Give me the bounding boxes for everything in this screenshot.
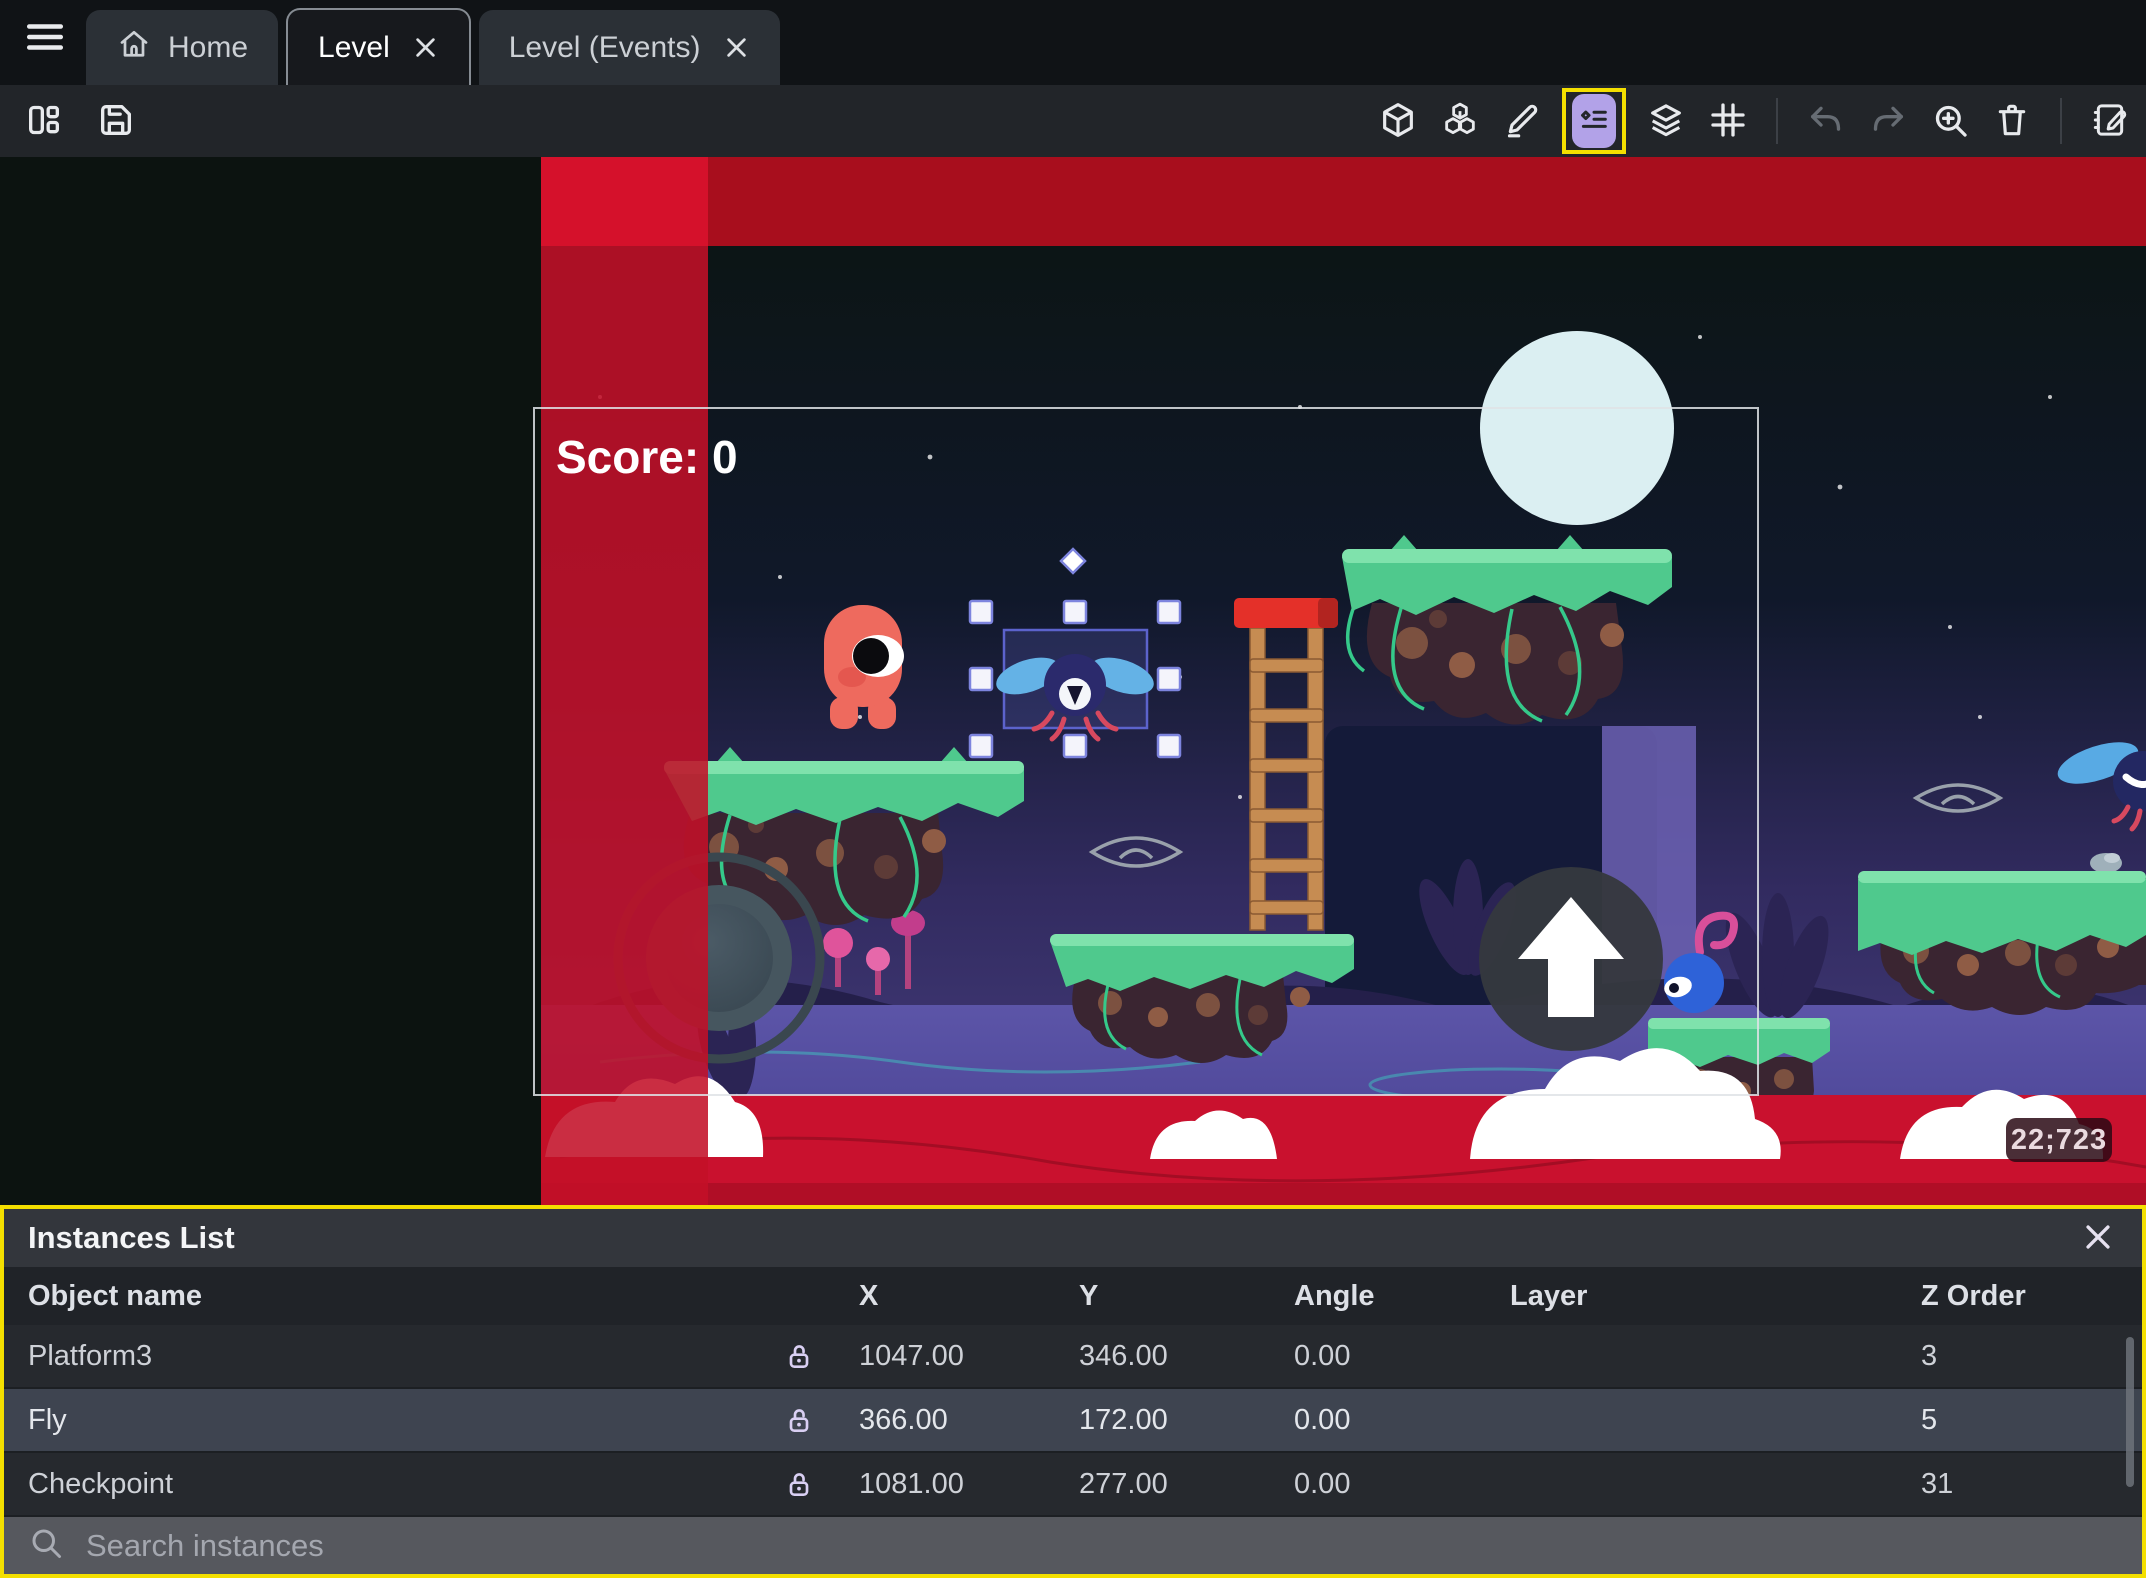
redo-icon <box>1868 100 1908 143</box>
toolbar-left <box>22 85 138 157</box>
moon <box>1480 331 1674 525</box>
tab-label: Level (Events) <box>508 30 701 64</box>
tab-label: Home <box>168 30 249 64</box>
panel-title: Instances List <box>28 1220 235 1255</box>
main-menu-button[interactable] <box>14 8 76 70</box>
redo-button[interactable] <box>1866 99 1910 143</box>
panel-header: Instances List <box>4 1209 2142 1267</box>
cube-icon <box>1378 100 1418 143</box>
instance-angle: 0.00 <box>1294 1403 1351 1436</box>
instance-z: 5 <box>1921 1403 1938 1436</box>
objects-panel-button[interactable] <box>1376 99 1420 143</box>
instance-z: 3 <box>1921 1339 1938 1372</box>
delete-button[interactable] <box>1990 99 2034 143</box>
scene-svg: Score: 0 <box>0 157 2146 1205</box>
instance-angle: 0.00 <box>1294 1467 1351 1500</box>
toolbar-right <box>1376 85 2132 157</box>
scene-editor-canvas[interactable]: Score: 0 22;723 <box>0 157 2146 1205</box>
column-header-z-order[interactable]: Z Order <box>1901 1280 2142 1313</box>
search-bar <box>4 1517 2142 1574</box>
instance-y: 346.00 <box>1079 1339 1168 1372</box>
save-button[interactable] <box>94 99 138 143</box>
table-row[interactable]: Checkpoint 1081.00 277.00 0.00 31 <box>4 1453 2142 1517</box>
table-row-selected[interactable]: Fly 366.00 172.00 0.00 5 <box>4 1389 2142 1453</box>
tab-level-events[interactable]: Level (Events) <box>478 10 780 85</box>
column-header-angle[interactable]: Angle <box>1274 1280 1490 1313</box>
dashboard-icon <box>24 100 64 143</box>
band-dark-edge <box>541 1183 2146 1205</box>
column-header-x[interactable]: X <box>839 1280 1059 1313</box>
instances-list-icon <box>1577 103 1611 140</box>
undo-icon <box>1806 100 1846 143</box>
layers-button[interactable] <box>1644 99 1688 143</box>
zoom-in-icon <box>1930 100 1970 143</box>
instance-x: 1081.00 <box>859 1467 964 1500</box>
tab-bar: Home Level Level (Events) <box>0 0 2146 85</box>
instance-name: Platform3 <box>28 1339 153 1372</box>
close-icon <box>2081 1220 2115 1257</box>
pencil-icon <box>1502 100 1542 143</box>
object-groups-button[interactable] <box>1438 99 1482 143</box>
instance-z: 31 <box>1921 1467 1954 1500</box>
gdevelop-window: Home Level Level (Events) Score: 0 22;72… <box>0 0 2146 1578</box>
red-strip-overlay <box>541 246 708 1205</box>
close-icon[interactable] <box>723 34 750 61</box>
save-icon <box>96 100 136 143</box>
lock-toggle[interactable] <box>759 1340 839 1372</box>
unlock-icon <box>789 1473 809 1496</box>
instance-angle: 0.00 <box>1294 1339 1351 1372</box>
top-red-band <box>708 157 2146 246</box>
hamburger-icon <box>24 16 66 61</box>
close-icon[interactable] <box>412 34 439 61</box>
instance-name: Fly <box>28 1403 67 1436</box>
score-text: Score: 0 <box>556 431 738 483</box>
column-header-layer[interactable]: Layer <box>1490 1280 1901 1313</box>
lock-toggle[interactable] <box>759 1404 839 1436</box>
instances-list-highlight <box>1562 88 1626 154</box>
instances-list-panel: Instances List Object name X Y Angle Lay… <box>0 1205 2146 1578</box>
instances-list-button[interactable] <box>1572 94 1616 148</box>
notebook-edit-icon <box>2090 100 2130 143</box>
divider <box>1776 98 1778 144</box>
tab-label: Level <box>318 30 390 64</box>
zoom-button[interactable] <box>1928 99 1972 143</box>
search-input[interactable] <box>84 1526 2118 1565</box>
table-header-row: Object name X Y Angle Layer Z Order <box>4 1267 2142 1325</box>
grid-icon <box>1708 100 1748 143</box>
lock-toggle[interactable] <box>759 1468 839 1500</box>
grid-button[interactable] <box>1706 99 1750 143</box>
trash-icon <box>1992 100 2032 143</box>
unlock-icon <box>789 1345 809 1368</box>
cubes-icon <box>1440 100 1480 143</box>
instance-x: 1047.00 <box>859 1339 964 1372</box>
edit-properties-button[interactable] <box>1500 99 1544 143</box>
instance-y: 277.00 <box>1079 1467 1168 1500</box>
jump-button <box>1479 867 1663 1051</box>
instance-y: 172.00 <box>1079 1403 1168 1436</box>
panel-close-button[interactable] <box>2076 1216 2120 1260</box>
layout-panels-button[interactable] <box>22 99 66 143</box>
tab-level[interactable]: Level <box>286 8 471 85</box>
home-icon <box>116 26 152 70</box>
unlock-icon <box>789 1409 809 1432</box>
column-header-y[interactable]: Y <box>1059 1280 1274 1313</box>
column-header-object-name[interactable]: Object name <box>4 1280 759 1313</box>
layers-icon <box>1646 100 1686 143</box>
panel-scrollbar[interactable] <box>2126 1337 2134 1487</box>
instance-x: 366.00 <box>859 1403 948 1436</box>
toolbar: Preview Publish <box>0 85 2146 235</box>
undo-button[interactable] <box>1804 99 1848 143</box>
edit-scene-button[interactable] <box>2088 99 2132 143</box>
tab-home[interactable]: Home <box>86 10 279 85</box>
red-strip-top <box>541 157 708 246</box>
divider <box>2060 98 2062 144</box>
instance-name: Checkpoint <box>28 1467 174 1500</box>
search-icon <box>28 1525 64 1566</box>
table-row[interactable]: Platform3 1047.00 346.00 0.00 3 <box>4 1325 2142 1389</box>
cursor-position-badge: 22;723 <box>2006 1118 2112 1162</box>
